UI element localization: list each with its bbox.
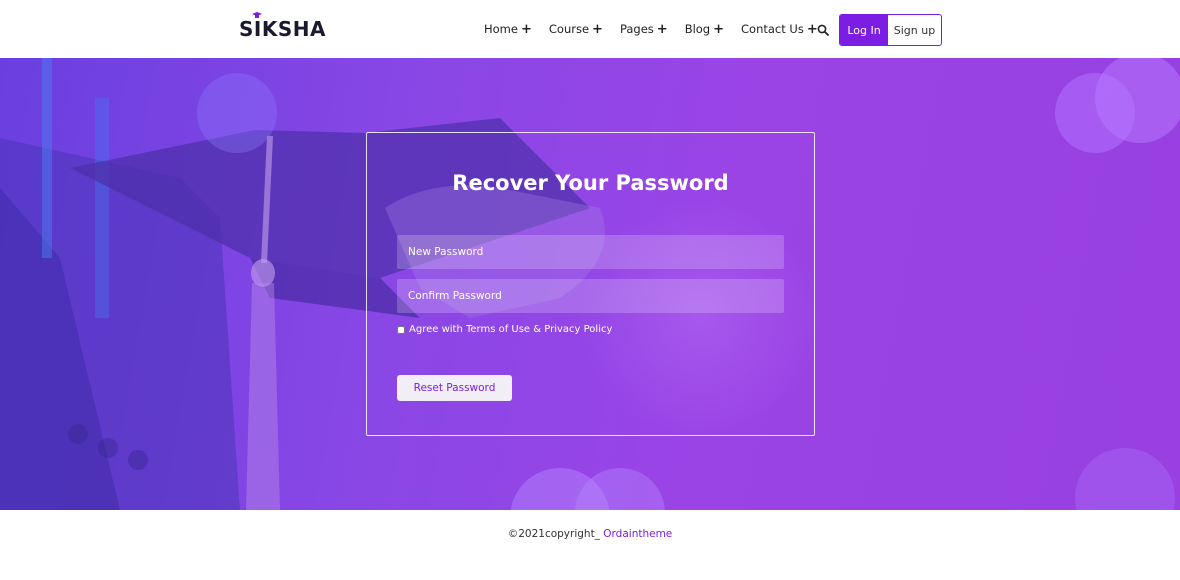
nav-item-label: Blog <box>684 22 711 36</box>
agree-terms-label[interactable]: Agree with Terms of Use & Privacy Policy <box>397 324 612 335</box>
expand-plus-icon: + <box>713 21 725 37</box>
copyright-label: ©2021copyright_ <box>507 528 600 540</box>
expand-plus-icon: + <box>520 21 532 37</box>
site-header: SIKSHA Home + Course + Pages + Blog + Co… <box>0 0 1180 58</box>
search-icon[interactable] <box>817 24 829 36</box>
agree-terms-text: Agree with Terms of Use & Privacy Policy <box>409 324 613 335</box>
agree-terms-checkbox[interactable] <box>397 325 405 334</box>
nav-item-course[interactable]: Course + <box>549 22 603 36</box>
login-button[interactable]: Log In <box>840 15 888 45</box>
site-footer: ©2021copyright_ Ordaintheme <box>0 510 1180 580</box>
signup-button[interactable]: Sign up <box>888 15 941 45</box>
nav-item-label: Contact Us <box>741 22 804 36</box>
hero-section: Recover Your Password Agree with Terms o… <box>0 58 1180 510</box>
footer-brand-link[interactable]: Ordaintheme <box>603 528 672 540</box>
nav-item-contact[interactable]: Contact Us + <box>741 22 818 36</box>
graduation-cap-icon <box>252 12 262 18</box>
new-password-input[interactable] <box>397 235 784 269</box>
recover-password-card: Recover Your Password Agree with Terms o… <box>366 132 815 436</box>
nav-item-label: Home <box>484 22 518 36</box>
nav-item-home[interactable]: Home + <box>484 22 532 36</box>
logo-text: SIKSHA <box>239 17 326 41</box>
expand-plus-icon: + <box>592 21 603 37</box>
page-title: Recover Your Password <box>452 171 729 195</box>
nav-item-label: Course <box>548 22 590 36</box>
main-nav: Home + Course + Pages + Blog + Contact U… <box>484 22 818 36</box>
auth-buttons: Log In Sign up <box>839 14 942 46</box>
expand-plus-icon: + <box>656 21 668 37</box>
nav-item-pages[interactable]: Pages + <box>620 22 668 36</box>
site-logo[interactable]: SIKSHA <box>239 12 326 41</box>
nav-item-label: Pages <box>619 22 654 36</box>
confirm-password-input[interactable] <box>397 279 784 313</box>
nav-item-blog[interactable]: Blog + <box>685 22 724 36</box>
reset-password-button[interactable]: Reset Password <box>397 375 512 401</box>
copyright-text: ©2021copyright_ Ordaintheme <box>0 528 1180 540</box>
